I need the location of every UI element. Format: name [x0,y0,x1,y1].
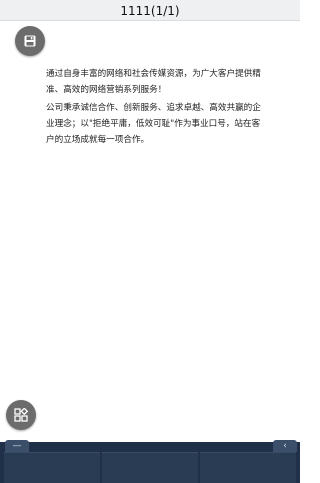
paragraph: 公司秉承诚信合作、创新服务、追求卓越、高效共赢的企业理念；以"拒绝平庸，低效可耻… [46,103,261,145]
apps-icon [14,408,28,422]
document-content: 通过自身丰富的网络和社会传媒资源，为广大客户提供精准、高效的网络营销系列服务！ … [46,66,262,150]
panel-item[interactable] [4,452,100,483]
paragraph: 通过自身丰富的网络和社会传媒资源，为广大客户提供精准、高效的网络营销系列服务！ [46,69,261,95]
page-title: 1111(1/1) [120,4,180,18]
panel-item[interactable] [102,452,198,483]
save-icon [24,35,36,47]
apps-button[interactable] [6,400,36,430]
back-tab[interactable]: ‹ [273,440,297,452]
panel-item[interactable] [200,452,296,483]
title-bar: 1111(1/1) [0,0,300,21]
collapse-tab[interactable]: — [5,440,29,452]
save-button[interactable] [15,26,45,56]
bottom-panels [0,452,300,483]
